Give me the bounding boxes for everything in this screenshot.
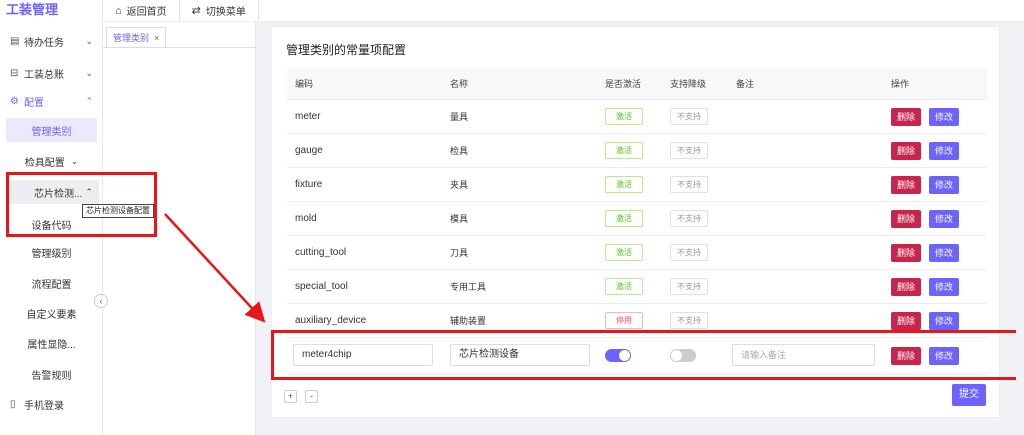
arrow-line (164, 213, 266, 323)
tooltip: 芯片检测设备配置 (82, 204, 154, 218)
